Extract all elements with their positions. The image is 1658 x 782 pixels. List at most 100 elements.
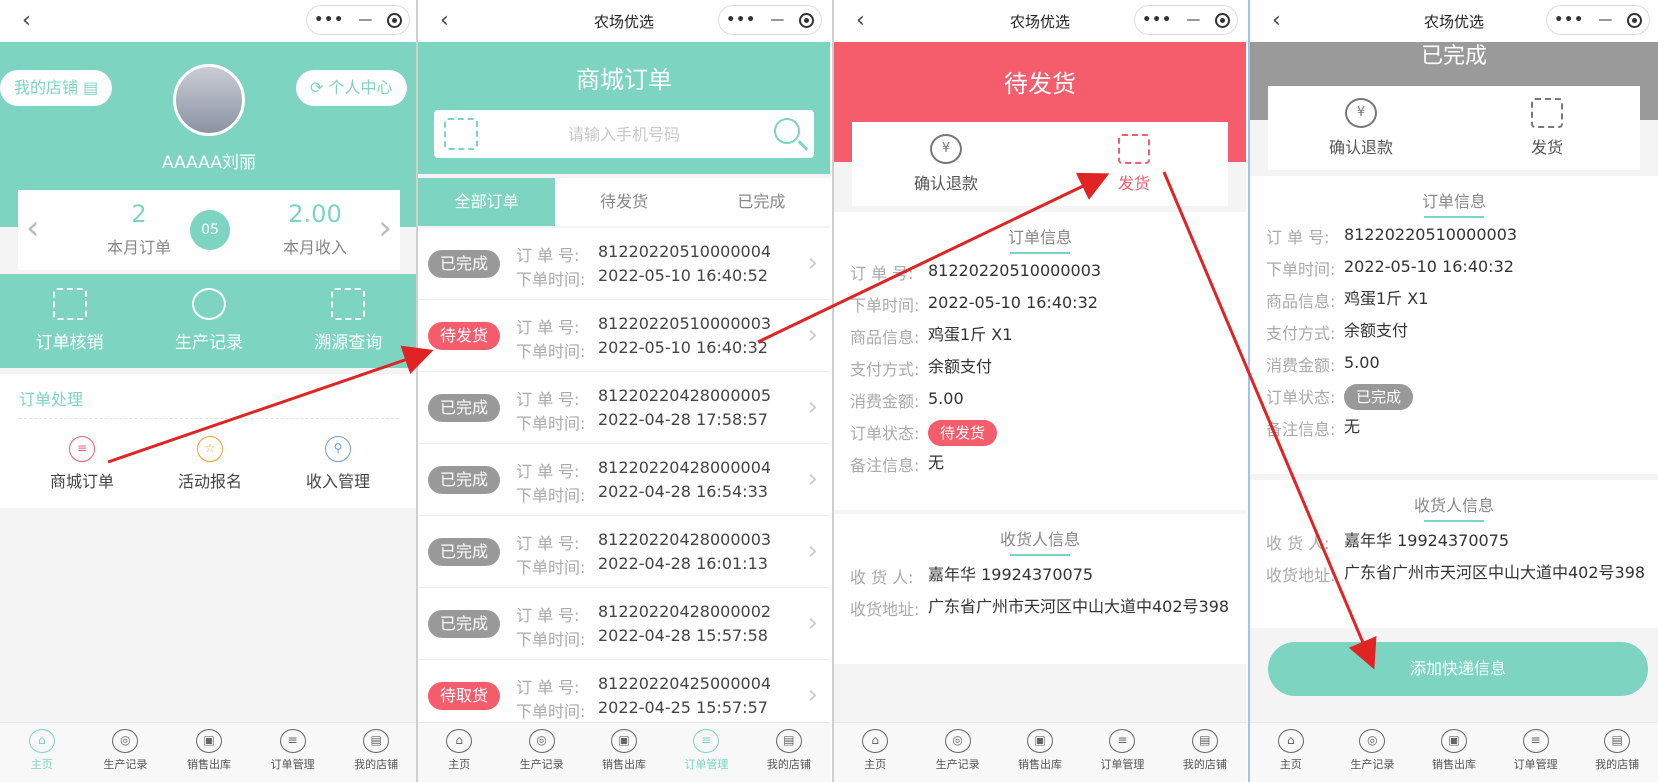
order-row[interactable]: 已完成订 单 号: 81220220428000002 下单时间: 2022-04-2… [418,588,830,660]
order-status-badge: 已完成 [1344,384,1414,410]
tab-my-shop[interactable]: ▤ 我的店铺 [748,723,830,782]
tab-home[interactable]: ⌂ 主页 [418,723,500,782]
box-icon: ▣ [195,729,222,753]
tab-sales[interactable]: ▣ 销售出库 [583,723,665,782]
info-value: 鸡蛋1斤 X1 [1344,289,1429,308]
info-key: 收货地址: [1266,566,1336,585]
more-icon[interactable]: ••• [726,12,756,28]
tab-completed[interactable]: 已完成 [693,178,830,226]
personal-center-button[interactable]: ⟳ 个人中心 [296,70,407,106]
more-icon[interactable]: ••• [314,12,344,28]
income-management-item[interactable]: ⚲ 收入管理 [278,436,398,492]
more-icon[interactable]: ••• [1554,12,1584,28]
tab-sales[interactable]: ▣ 销售出库 [1413,723,1495,782]
order-no-value: 81220220428000002 [598,602,772,621]
tab-pending-ship[interactable]: 待发货 [555,178,692,226]
mini-program-capsule[interactable]: ••• — [1546,5,1650,35]
nav-bar: ‹ ••• — [0,0,418,42]
ship-label: 发货 [1530,138,1563,157]
mini-program-capsule[interactable]: ••• — [718,5,822,35]
order-row[interactable]: 已完成订 单 号: 81220220510000004 下单时间: 2022-05-1… [418,228,830,300]
user-name: AAAAA刘丽 [161,153,257,173]
tab-home[interactable]: ⌂ 主页 [834,723,916,782]
info-key: 消费金额: [1266,356,1336,375]
quick-trace[interactable]: 溯源查询 [279,274,418,368]
close-target-icon[interactable] [798,12,814,28]
info-key: 商品信息: [850,328,920,347]
tab-sales-label: 销售出库 [1018,758,1063,771]
close-target-icon[interactable] [1214,12,1230,28]
completed-detail-screen: 已完成 ‹ 农场优选 ••• — ¥ 确认退款 发货 订单信息 订 单 号: 812… [1250,0,1658,782]
scan-icon[interactable] [444,118,478,150]
confirm-refund-button[interactable]: ¥ 确认退款 [852,122,1040,206]
minimize-icon[interactable]: — [1598,12,1612,28]
tab-my-shop[interactable]: ▤ 我的店铺 [1576,723,1658,782]
info-value: 余额支付 [1344,321,1409,340]
tab-home[interactable]: ⌂ 主页 [0,723,84,782]
tab-production[interactable]: ◎ 生产记录 [500,723,582,782]
chevron-right-icon: › [807,608,818,638]
order-time-label: 下单时间: [516,342,586,361]
tab-my-shop[interactable]: ▤ 我的店铺 [1164,723,1246,782]
order-time-label: 下单时间: [516,630,586,649]
quick-production[interactable]: 生产记录 [139,274,278,368]
info-key: 收货地址: [850,600,920,619]
close-target-icon[interactable] [1626,12,1642,28]
order-row[interactable]: 已完成订 单 号: 81220220428000004 下单时间: 2022-04-2… [418,444,830,516]
chevron-right-icon[interactable]: › [378,208,392,248]
back-icon[interactable]: ‹ [22,8,31,33]
tab-home[interactable]: ⌂ 主页 [1250,723,1332,782]
close-target-icon[interactable] [386,12,402,28]
order-no-label: 订 单 号: [516,318,580,337]
avatar[interactable] [173,64,245,136]
mini-program-capsule[interactable]: ••• — [1134,5,1238,35]
info-value: 嘉年华 19924370075 [1344,531,1510,550]
quick-verify[interactable]: 订单核销 [0,274,139,368]
tab-orders[interactable]: ≡ 订单管理 [1495,723,1577,782]
chevron-left-icon[interactable]: ‹ [26,208,40,248]
info-value: 无 [928,453,945,472]
ship-button[interactable]: 发货 [1040,122,1228,206]
more-icon[interactable]: ••• [1142,12,1172,28]
add-express-info-button[interactable]: 添加快递信息 [1268,642,1648,696]
activity-signup-label: 活动报名 [177,472,242,491]
info-value: 已完成 [1344,384,1648,410]
scan-icon [52,288,87,320]
mini-program-capsule[interactable]: ••• — [306,5,410,35]
tab-sales[interactable]: ▣ 销售出库 [167,723,251,782]
activity-signup-item[interactable]: ☆ 活动报名 [150,436,270,492]
nav-bar: ‹ 农场优选 ••• — [1250,0,1658,42]
order-row[interactable]: 已完成订 单 号: 81220220428000003 下单时间: 2022-04-2… [418,516,830,588]
order-no-label: 订 单 号: [516,534,580,553]
tab-production-label: 生产记录 [935,758,980,771]
info-key: 下单时间: [1266,260,1336,279]
order-row[interactable]: 已完成订 单 号: 81220220428000005 下单时间: 2022-04-2… [418,372,830,444]
info-value: 余额支付 [928,357,993,376]
tab-orders[interactable]: ≡ 订单管理 [1081,723,1163,782]
tab-production[interactable]: ◎ 生产记录 [1332,723,1414,782]
minimize-icon[interactable]: — [1186,12,1200,28]
search-icon[interactable] [774,118,800,144]
tab-all-orders[interactable]: 全部订单 [418,178,556,226]
confirm-refund-button[interactable]: ¥ 确认退款 [1268,86,1454,170]
order-row[interactable]: 待发货订 单 号: 81220220510000003 下单时间: 2022-05-1… [418,300,830,372]
tab-my-shop[interactable]: ▤ 我的店铺 [334,723,418,782]
info-value: 81220220510000003 [928,261,1102,280]
tab-orders[interactable]: ≡ 订单管理 [251,723,335,782]
tab-sales[interactable]: ▣ 销售出库 [999,723,1081,782]
phone-search-input[interactable] [494,118,754,150]
ship-button[interactable]: 发货 [1454,86,1640,170]
bike-icon: ⚲ [325,436,351,462]
camera-icon: ◎ [528,729,555,753]
orders-header: 商城订单 [418,42,830,174]
tab-home-label: 主页 [448,758,471,771]
tab-production[interactable]: ◎ 生产记录 [916,723,998,782]
tab-production[interactable]: ◎ 生产记录 [84,723,168,782]
tab-orders[interactable]: ≡ 订单管理 [665,723,747,782]
tab-orders-label: 订单管理 [270,758,315,771]
order-time-label: 下单时间: [516,702,586,721]
my-shop-button[interactable]: 我的店铺 ▤ [0,70,113,106]
minimize-icon[interactable]: — [358,12,372,28]
mall-order-item[interactable]: ≡ 商城订单 [22,436,142,492]
minimize-icon[interactable]: — [770,12,784,28]
